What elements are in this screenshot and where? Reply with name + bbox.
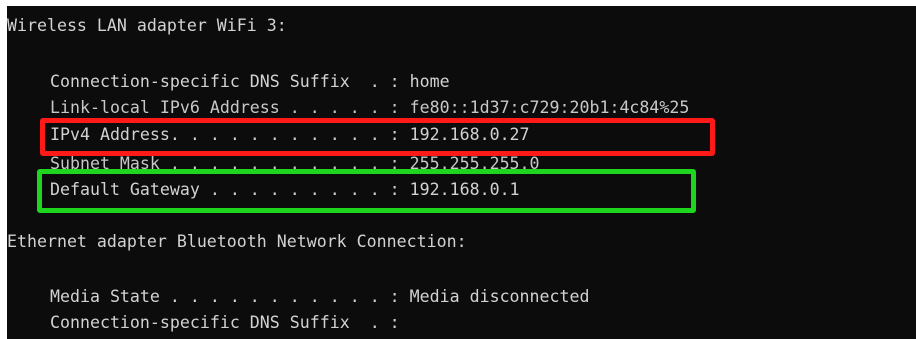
wifi-dns-suffix-line: Connection-specific DNS Suffix . : home — [50, 72, 450, 91]
ethernet-adapter-header: Ethernet adapter Bluetooth Network Conne… — [7, 232, 467, 251]
console-window: Wireless LAN adapter WiFi 3: Connection-… — [7, 6, 916, 339]
media-state-line: Media State . . . . . . . . . . . : Medi… — [50, 287, 590, 306]
default-gateway-line: Default Gateway . . . . . . . . . : 192.… — [50, 180, 520, 199]
ipv6-address-line: Link-local IPv6 Address . . . . . : fe80… — [50, 98, 690, 117]
ethernet-dns-suffix-line: Connection-specific DNS Suffix . : — [50, 313, 400, 332]
wifi-adapter-header: Wireless LAN adapter WiFi 3: — [7, 16, 287, 35]
subnet-mask-line: Subnet Mask . . . . . . . . . . . : 255.… — [50, 154, 540, 173]
ipv4-address-line: IPv4 Address. . . . . . . . . . . : 192.… — [50, 125, 530, 144]
